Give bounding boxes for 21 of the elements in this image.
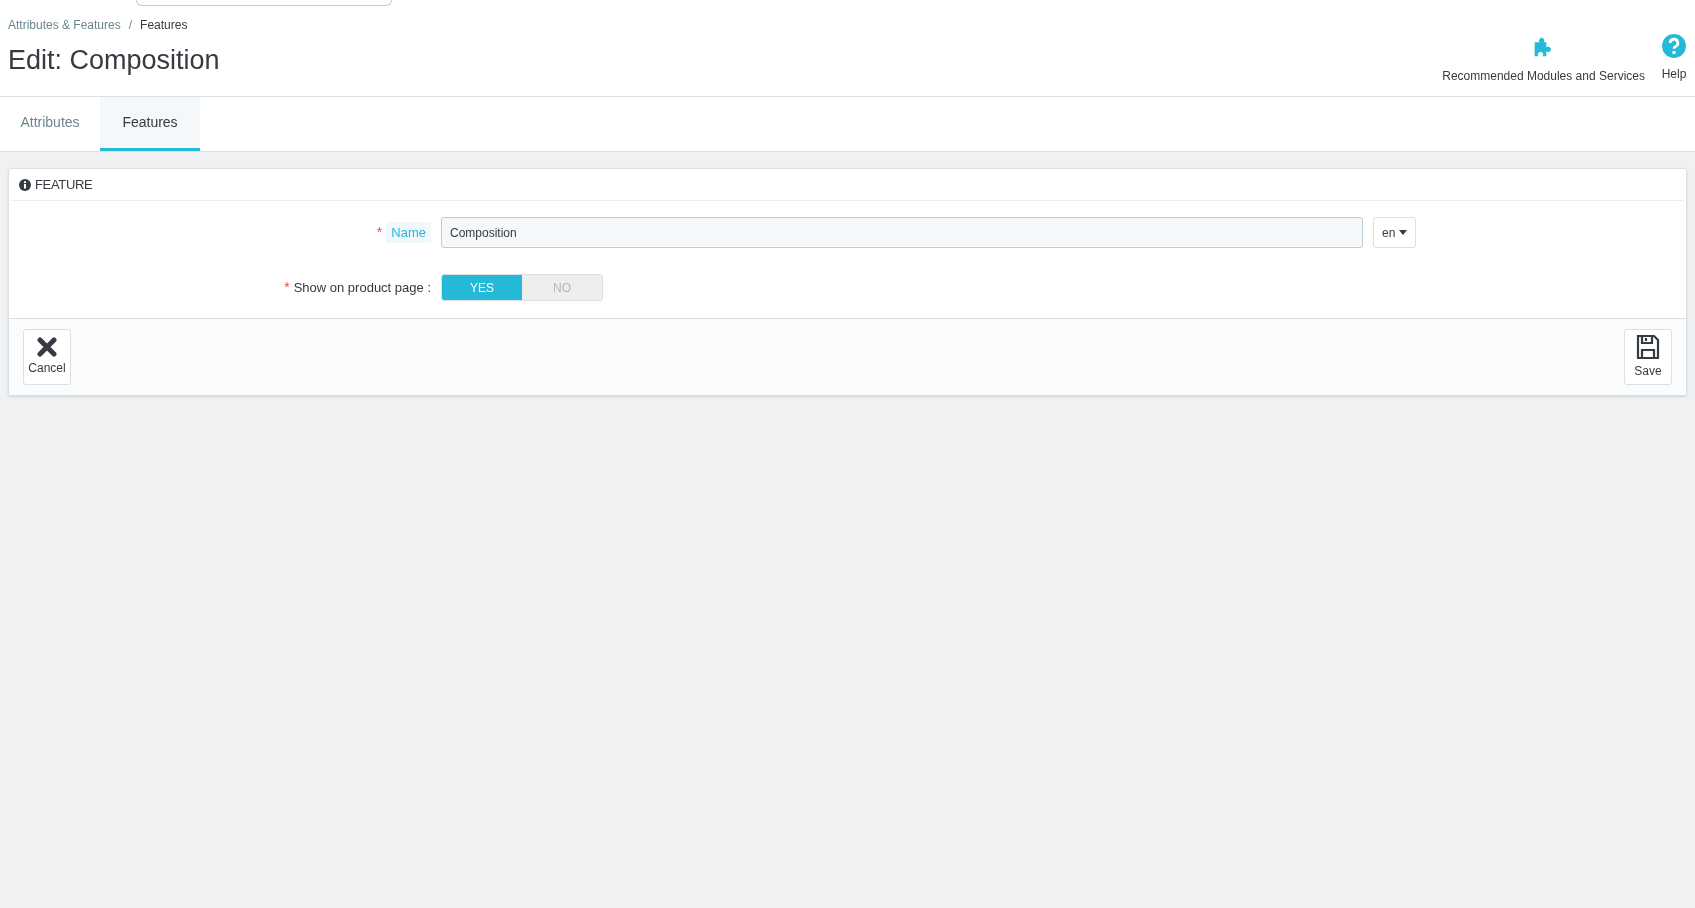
save-button[interactable]: Save [1624,329,1672,385]
breadcrumb-item[interactable]: Attributes & Features [8,16,121,34]
page-title: Edit: Composition [8,44,221,77]
name-input[interactable]: Composition [441,217,1363,248]
caret-icon [1399,230,1408,235]
close-icon [37,337,57,357]
cancel-button[interactable]: Cancel [23,329,71,385]
field-label: Name [386,221,431,244]
breadcrumb-separator: / [128,17,133,34]
required-asterisk: * [376,223,383,242]
tab[interactable]: Features [100,97,200,151]
panel-heading: FEATURE [35,175,93,194]
tab[interactable]: Attributes [0,97,100,151]
toolbar-link[interactable]: Help [1661,33,1687,83]
breadcrumb-item: Features [140,17,188,34]
required-asterisk: * [284,278,290,297]
info-icon [19,178,31,191]
toolbar-link[interactable]: Recommended Modules and Services [1442,33,1645,85]
help-icon [1661,33,1687,59]
field-label: Show on product page : [293,278,431,297]
language-dropdown[interactable]: en [1373,217,1417,248]
